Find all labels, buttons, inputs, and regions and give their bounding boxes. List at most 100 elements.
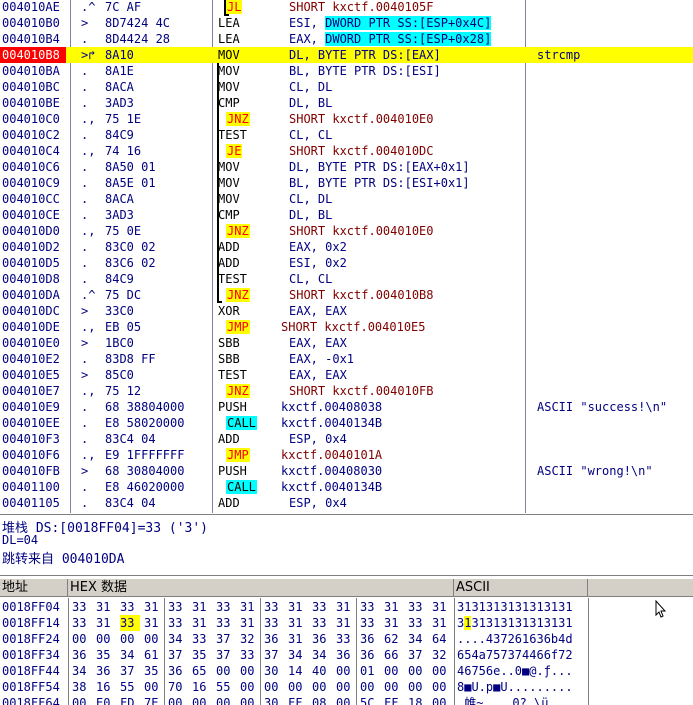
dump-byte[interactable]: 34 bbox=[288, 647, 308, 663]
dump-byte[interactable]: 00 bbox=[336, 663, 356, 679]
disasm-row[interactable]: 004010E2. 83D8 FF SBB EAX, -0x1 bbox=[0, 351, 693, 367]
dump-byte[interactable]: 33 bbox=[216, 599, 236, 615]
dump-byte[interactable]: 33 bbox=[360, 615, 380, 631]
disasm-row[interactable]: 004010D5. 83C6 02 ADD ESI, 0x2 bbox=[0, 255, 693, 271]
dump-byte[interactable]: 00 bbox=[240, 695, 260, 705]
dump-byte[interactable]: 00 bbox=[432, 695, 452, 705]
dump-byte[interactable]: 00 bbox=[144, 631, 164, 647]
disasm-row[interactable]: 004010C9. 8A5E 01 MOV BL, BYTE PTR DS:[ESI+… bbox=[0, 175, 693, 191]
dump-byte[interactable]: 55 bbox=[120, 679, 140, 695]
dump-byte[interactable]: 31 bbox=[288, 631, 308, 647]
disasm-row[interactable]: 004010AE .^ 7C AF JL SHORT kxctf.0040105F bbox=[0, 0, 693, 15]
dump-byte[interactable]: 31 bbox=[96, 599, 116, 615]
dump-byte[interactable]: 31 bbox=[336, 615, 356, 631]
dump-row[interactable]: 0018FF24 00 00 00 00 34 33 37 32 36 31 36 33 36 62 34 64… bbox=[0, 631, 693, 647]
dump-byte[interactable]: 35 bbox=[144, 663, 164, 679]
dump-byte[interactable]: 36 bbox=[96, 663, 116, 679]
dump-byte[interactable]: 00 bbox=[72, 695, 92, 705]
dump-byte[interactable]: 64 bbox=[432, 631, 452, 647]
dump-byte[interactable]: 33 bbox=[240, 647, 260, 663]
dump-byte[interactable]: 31 bbox=[96, 615, 116, 631]
dump-byte[interactable]: 00 bbox=[384, 679, 404, 695]
disasm-row[interactable]: 004010E9. 68 38804000 PUSH kxctf.00408038 AS… bbox=[0, 399, 693, 415]
dump-byte[interactable]: 00 bbox=[144, 679, 164, 695]
dump-byte[interactable]: 00 bbox=[192, 695, 212, 705]
dump-byte[interactable]: 34 bbox=[408, 631, 428, 647]
dump-byte[interactable]: FD bbox=[120, 695, 140, 705]
dump-byte[interactable]: 33 bbox=[120, 599, 140, 615]
disasm-row[interactable]: 004010BE. 3AD3 CMP DL, BL bbox=[0, 95, 693, 111]
dump-byte[interactable]: 00 bbox=[216, 663, 236, 679]
dump-byte[interactable]: 65 bbox=[192, 663, 212, 679]
disasm-row[interactable]: 004010C2. 84C9 TEST CL, CL bbox=[0, 127, 693, 143]
dump-byte[interactable]: 33 bbox=[72, 599, 92, 615]
dump-byte[interactable]: 00 bbox=[168, 695, 188, 705]
dump-byte[interactable]: FF bbox=[384, 695, 404, 705]
disasm-row[interactable]: 004010C4., 74 16 JE SHORT kxctf.004010DC bbox=[0, 143, 693, 159]
dump-byte[interactable]: 37 bbox=[216, 647, 236, 663]
dump-byte[interactable]: 31 bbox=[144, 599, 164, 615]
dump-byte[interactable]: 31 bbox=[144, 615, 164, 631]
dump-byte[interactable]: 37 bbox=[216, 631, 236, 647]
disasm-row[interactable]: 004010CC. 8ACA MOV CL, DL bbox=[0, 191, 693, 207]
dump-byte[interactable]: 31 bbox=[384, 599, 404, 615]
disasm-row[interactable]: 004010FB >68 30804000 PUSH kxctf.00408030 AS… bbox=[0, 463, 693, 479]
dump-byte[interactable]: 37 bbox=[408, 647, 428, 663]
disasm-row[interactable]: 004010EE. E8 58020000 CALL kxctf.0040134B bbox=[0, 415, 693, 431]
disasm-row[interactable]: 004010DE., EB 05 JMP SHORT kxctf.004010E5 bbox=[0, 319, 693, 335]
disasm-row[interactable]: 004010CE. 3AD3 CMP DL, BL bbox=[0, 207, 693, 223]
dump-row[interactable]: 0018FF14 33 31 33 31 33 31 33 31 33 31 33 31 33 31 33 31… bbox=[0, 615, 693, 631]
disasm-row[interactable]: 004010B0 >8D7424 4C LEA ESI, DWORD PTR SS:[… bbox=[0, 15, 693, 31]
disassembly-pane[interactable]: 004010AE .^ 7C AF JL SHORT kxctf.0040105F 004… bbox=[0, 0, 693, 513]
dump-byte[interactable]: 36 bbox=[168, 663, 188, 679]
dump-byte[interactable]: 33 bbox=[72, 615, 92, 631]
disasm-row[interactable]: 004010D2. 83C0 02 ADD EAX, 0x2 bbox=[0, 239, 693, 255]
dump-byte[interactable]: 33 bbox=[408, 615, 428, 631]
dump-byte[interactable]: 33 bbox=[216, 615, 236, 631]
dump-byte[interactable]: 00 bbox=[432, 663, 452, 679]
dump-byte[interactable]: 62 bbox=[384, 631, 404, 647]
disasm-row[interactable]: 004010BC. 8ACA MOV CL, DL bbox=[0, 79, 693, 95]
dump-byte[interactable]: 00 bbox=[408, 679, 428, 695]
dump-byte[interactable]: 33 bbox=[312, 615, 332, 631]
dump-byte[interactable]: 38 bbox=[72, 679, 92, 695]
dump-byte[interactable]: 70 bbox=[168, 679, 188, 695]
dump-byte[interactable]: 00 bbox=[360, 679, 380, 695]
dump-byte[interactable]: 00 bbox=[336, 695, 356, 705]
dump-header-ascii[interactable]: ASCII bbox=[454, 579, 588, 597]
disasm-row[interactable]: 004010B8 >↱ 8A10 MOV DL, BYTE PTR DS:[EAX] st… bbox=[0, 47, 693, 63]
dump-byte[interactable]: 33 bbox=[336, 631, 356, 647]
dump-byte[interactable]: 32 bbox=[240, 631, 260, 647]
dump-byte[interactable]: 08 bbox=[312, 695, 332, 705]
disasm-row[interactable]: 00401105. 83C4 04 ADD ESP, 0x4 bbox=[0, 495, 693, 511]
disasm-row[interactable]: 004010D8. 84C9 TEST CL, CL bbox=[0, 271, 693, 287]
dump-header-hex[interactable]: HEX 数据 bbox=[68, 579, 454, 597]
dump-byte[interactable]: 31 bbox=[240, 599, 260, 615]
dump-row[interactable]: 0018FF44 34 36 37 35 36 65 00 00 30 14 40 00 01 00 00 00… bbox=[0, 663, 693, 679]
dump-row[interactable]: 0018FF64 00 E0 FD 7E 00 00 00 00 30 FF 08 00 5C FF 18 00… bbox=[0, 695, 693, 705]
dump-byte[interactable]: 33 bbox=[312, 599, 332, 615]
dump-byte[interactable]: 32 bbox=[432, 647, 452, 663]
disasm-row[interactable]: 004010D0., 75 0E JNZ SHORT kxctf.004010E0 bbox=[0, 223, 693, 239]
dump-byte[interactable]: 00 bbox=[96, 631, 116, 647]
dump-byte[interactable]: 16 bbox=[192, 679, 212, 695]
dump-byte[interactable]: 31 bbox=[384, 615, 404, 631]
dump-byte[interactable]: 18 bbox=[408, 695, 428, 705]
dump-byte[interactable]: 31 bbox=[432, 599, 452, 615]
dump-header-address[interactable]: 地址 bbox=[0, 579, 68, 597]
disasm-row[interactable]: 004010E0 >1BC0 SBB EAX, EAX bbox=[0, 335, 693, 351]
disasm-row[interactable]: 004010DA .^ 75 DC JNZ SHORT kxctf.004010B8 bbox=[0, 287, 693, 303]
dump-row[interactable]: 0018FF34 36 35 34 61 37 35 37 33 37 34 34 36 36 66 37 32… bbox=[0, 647, 693, 663]
dump-byte[interactable]: 37 bbox=[120, 663, 140, 679]
hex-dump-pane[interactable]: 地址 HEX 数据 ASCII 0018FF04 33 31 33 31 33 31 33 31… bbox=[0, 575, 693, 705]
dump-byte[interactable]: 00 bbox=[288, 679, 308, 695]
dump-byte[interactable]: 31 bbox=[288, 615, 308, 631]
dump-byte[interactable]: 00 bbox=[432, 679, 452, 695]
dump-byte[interactable]: 31 bbox=[192, 599, 212, 615]
dump-byte[interactable]: 34 bbox=[168, 631, 188, 647]
dump-byte[interactable]: 00 bbox=[240, 663, 260, 679]
dump-byte[interactable]: 31 bbox=[288, 599, 308, 615]
disasm-row[interactable]: 004010F3. 83C4 04 ADD ESP, 0x4 bbox=[0, 431, 693, 447]
dump-row[interactable]: 0018FF54 38 16 55 00 70 16 55 00 00 00 00 00 00 00 00 00… bbox=[0, 679, 693, 695]
dump-byte[interactable]: 37 bbox=[168, 647, 188, 663]
